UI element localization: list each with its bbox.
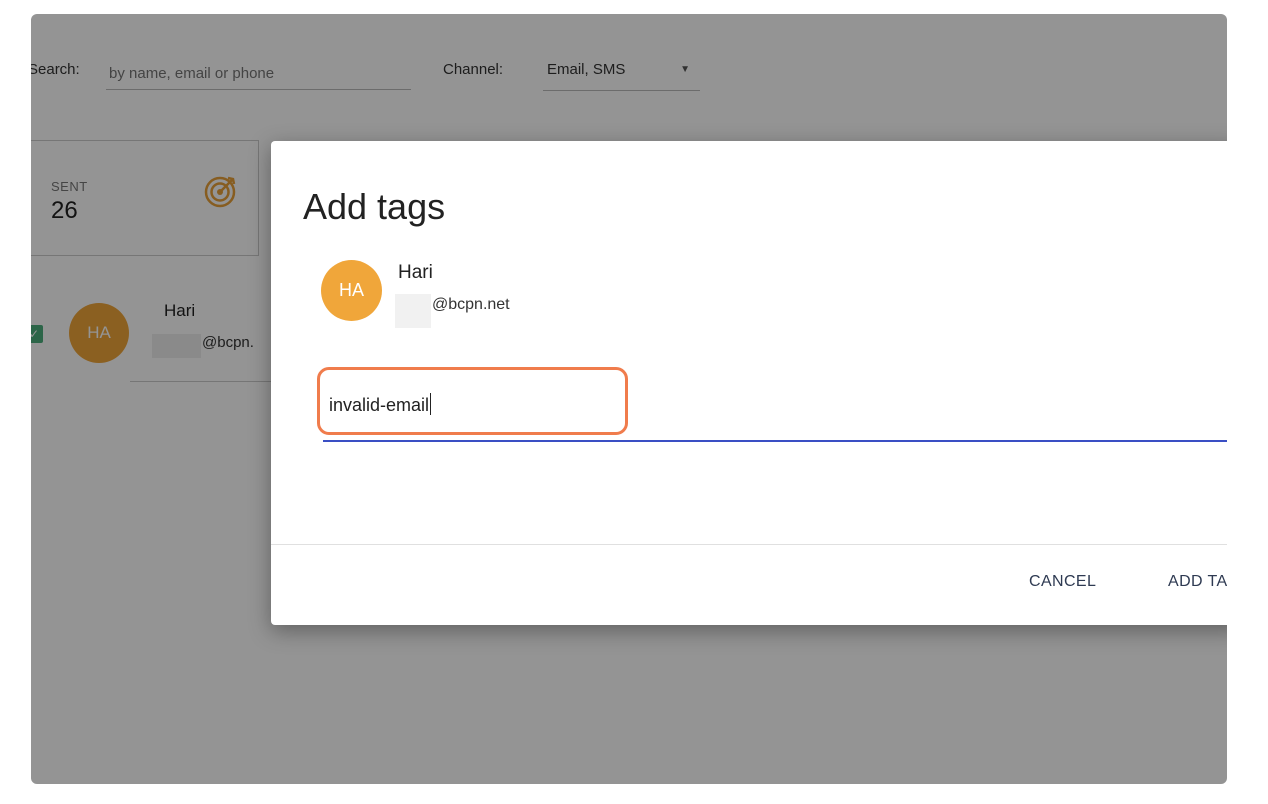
footer-divider	[271, 544, 1227, 545]
add-tags-button[interactable]: ADD TA	[1168, 573, 1227, 591]
dialog-title: Add tags	[303, 186, 446, 227]
contact-email: @bcpn.net	[432, 296, 510, 313]
text-cursor	[430, 393, 432, 415]
avatar: HA	[321, 260, 382, 321]
redacted-block	[395, 294, 431, 328]
cancel-button[interactable]: CANCEL	[1029, 573, 1096, 591]
tag-input-value: invalid-email	[329, 395, 430, 415]
app-frame: Search: Channel: Email, SMS ▼ SENT 26 ✓ …	[31, 14, 1227, 784]
contact-name: Hari	[398, 262, 433, 283]
add-tags-dialog: Add tags HA Hari @bcpn.net invalid-email…	[271, 141, 1227, 625]
tag-input[interactable]: invalid-email	[329, 393, 432, 416]
